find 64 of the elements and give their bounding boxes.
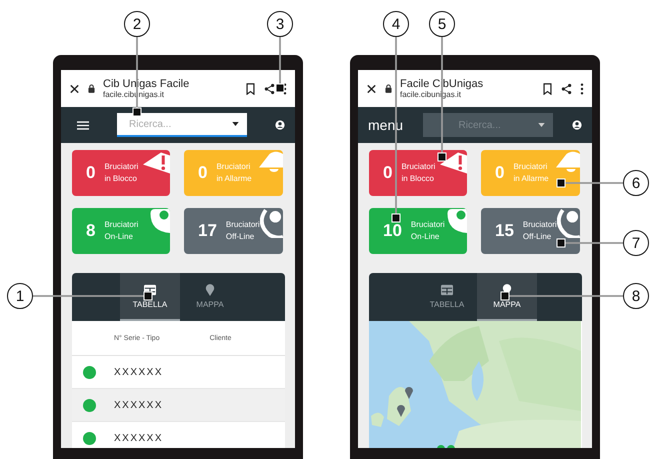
callout-number: 1: [7, 283, 33, 309]
status-card[interactable]: 15 Bruciatori Off-Line: [481, 208, 580, 254]
callout-number: 4: [383, 11, 409, 37]
menu-icon[interactable]: [77, 120, 89, 130]
status-card[interactable]: 10 Bruciatori On-Line: [369, 208, 467, 254]
table-row[interactable]: XXXXXX: [72, 389, 285, 422]
pin-icon: [204, 284, 216, 296]
caret-icon: [538, 123, 545, 127]
card-count: 0: [198, 163, 208, 183]
bookmark-icon[interactable]: [542, 82, 553, 94]
search-input[interactable]: Ricerca...: [129, 118, 232, 130]
table-icon: [441, 284, 453, 296]
page-url: facile.cibunigas.it: [400, 90, 462, 100]
share-icon[interactable]: [561, 82, 572, 94]
account-icon[interactable]: [275, 120, 285, 130]
card-count: 0: [495, 163, 504, 183]
card-count: 10: [383, 221, 402, 241]
status-card[interactable]: 8 Bruciatori On-Line: [72, 208, 170, 254]
callout-number: 7: [623, 230, 649, 256]
card-label: Bruciatori in Blocco: [104, 161, 138, 185]
table-row[interactable]: XXXXXX: [72, 422, 285, 448]
card-label: Bruciatori Off-Line: [226, 219, 260, 243]
card-label: Bruciatori in Blocco: [401, 161, 436, 185]
close-icon[interactable]: [366, 82, 377, 94]
table-cell: XXXXXX: [114, 400, 164, 410]
ring-icon: [260, 208, 283, 238]
tab[interactable]: MAPPA: [180, 273, 240, 321]
caret-icon: [232, 122, 239, 126]
lock-icon: [88, 84, 95, 93]
card-count: 8: [86, 221, 96, 241]
bookmark-icon[interactable]: [245, 82, 256, 94]
ring-icon: [557, 208, 580, 238]
card-label: Bruciatori On-Line: [104, 219, 138, 243]
account-icon[interactable]: [572, 120, 582, 130]
status-card[interactable]: 0 Bruciatori in Blocco: [369, 150, 467, 196]
card-count: 15: [495, 221, 514, 241]
table-cell: XXXXXX: [114, 432, 164, 444]
page-url: facile.cibunigas.it: [103, 90, 165, 100]
more-icon[interactable]: [580, 82, 584, 94]
tab[interactable]: TABELLA: [417, 273, 477, 321]
card-label: Bruciatori in Allarme: [216, 161, 252, 185]
callout-number: 3: [267, 11, 293, 37]
card-count: 17: [198, 221, 217, 241]
close-icon[interactable]: [69, 82, 80, 94]
lock-icon: [385, 84, 392, 93]
callout-number: 8: [623, 283, 649, 309]
share-icon[interactable]: [264, 82, 275, 94]
callout-number: 5: [429, 11, 455, 37]
search-field[interactable]: Ricerca...: [117, 113, 247, 137]
table-cell: XXXXXX: [114, 366, 164, 378]
card-label: Bruciatori in Allarme: [513, 161, 549, 185]
page-title: Facile CibUnigas: [400, 78, 484, 90]
card-label: Bruciatori Off-Line: [522, 219, 557, 243]
card-count: 0: [86, 163, 96, 183]
tab[interactable]: TABELLA: [120, 273, 180, 321]
page-title: Cib Unigas Facile: [103, 78, 190, 90]
callout-number: 6: [623, 170, 649, 196]
menu-button[interactable]: menu: [368, 117, 404, 133]
card-label: Bruciatori On-Line: [410, 219, 445, 243]
tab[interactable]: MAPPA: [477, 273, 537, 321]
status-card[interactable]: 17 Bruciatori Off-Line: [184, 208, 283, 254]
status-card[interactable]: 0 Bruciatori in Blocco: [72, 150, 170, 196]
card-count: 0: [383, 163, 392, 183]
callout-number: 2: [124, 11, 150, 37]
